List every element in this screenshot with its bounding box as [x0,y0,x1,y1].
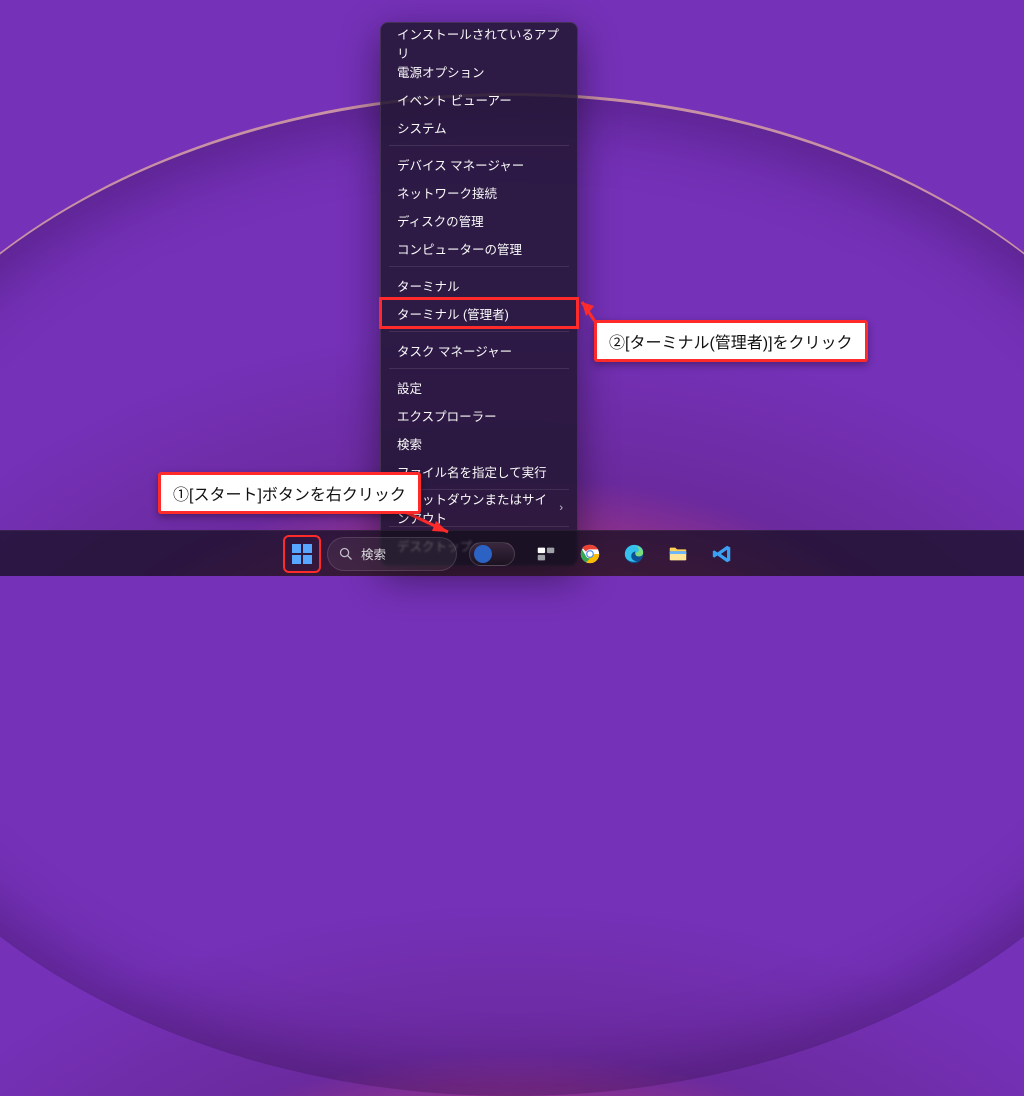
menu-separator [389,145,569,146]
chevron-right-icon: › [559,502,563,514]
windows-logo-icon [292,544,312,564]
taskbar-search-label: 検索 [361,544,386,563]
context-menu-item[interactable]: ネットワーク接続 [381,178,577,206]
context-menu-item[interactable]: コンピューターの管理 [381,234,577,262]
context-menu-item[interactable]: タスク マネージャー [381,336,577,364]
context-menu-item[interactable]: エクスプローラー [381,401,577,429]
context-menu-item[interactable]: 検索 [381,429,577,457]
start-button[interactable] [283,535,321,573]
search-icon [338,546,353,561]
vscode-icon [711,543,733,565]
menu-separator [389,331,569,332]
context-menu-item-label: ターミナル [397,276,460,295]
context-menu-item-label: ターミナル (管理者) [397,304,509,323]
taskbar-task-view[interactable] [527,535,565,573]
taskbar-explorer[interactable] [659,535,697,573]
menu-separator [389,368,569,369]
annotation-step-1: ①[スタート]ボタンを右クリック [158,472,421,514]
taskbar-vscode[interactable] [703,535,741,573]
context-menu-item-label: インストールされているアプリ [397,24,563,62]
context-menu-item-label: 検索 [397,434,422,453]
explorer-icon [667,543,689,565]
taskbar-chrome[interactable] [571,535,609,573]
context-menu-item[interactable]: ターミナル [381,271,577,299]
task-view-icon [535,543,557,565]
menu-separator [389,266,569,267]
context-menu-item-label: イベント ビューアー [397,90,512,109]
annotation-step-2: ②[ターミナル(管理者)]をクリック [594,320,868,362]
context-menu-item[interactable]: デバイス マネージャー [381,150,577,178]
context-menu-item[interactable]: システム [381,113,577,141]
context-menu-item[interactable]: ターミナル (管理者) [381,299,577,327]
context-menu-item-label: ネットワーク接続 [397,183,497,202]
context-menu-item[interactable]: イベント ビューアー [381,85,577,113]
taskbar-widgets-toggle[interactable] [469,542,515,566]
context-menu-item-label: 設定 [397,378,422,397]
context-menu-item-label: タスク マネージャー [397,341,512,360]
edge-icon [623,543,645,565]
context-menu-item-label: システム [397,118,447,137]
context-menu-item[interactable]: ディスクの管理 [381,206,577,234]
chrome-icon [579,543,601,565]
context-menu-item-label: ディスクの管理 [397,211,484,230]
context-menu-item-label: デバイス マネージャー [397,155,524,174]
taskbar: 検索 [0,530,1024,576]
taskbar-edge[interactable] [615,535,653,573]
context-menu-item-label: 電源オプション [397,62,485,81]
context-menu-item[interactable]: 設定 [381,373,577,401]
context-menu-item[interactable]: インストールされているアプリ [381,29,577,57]
context-menu-item-label: エクスプローラー [397,406,497,425]
context-menu-item-label: コンピューターの管理 [397,239,522,258]
